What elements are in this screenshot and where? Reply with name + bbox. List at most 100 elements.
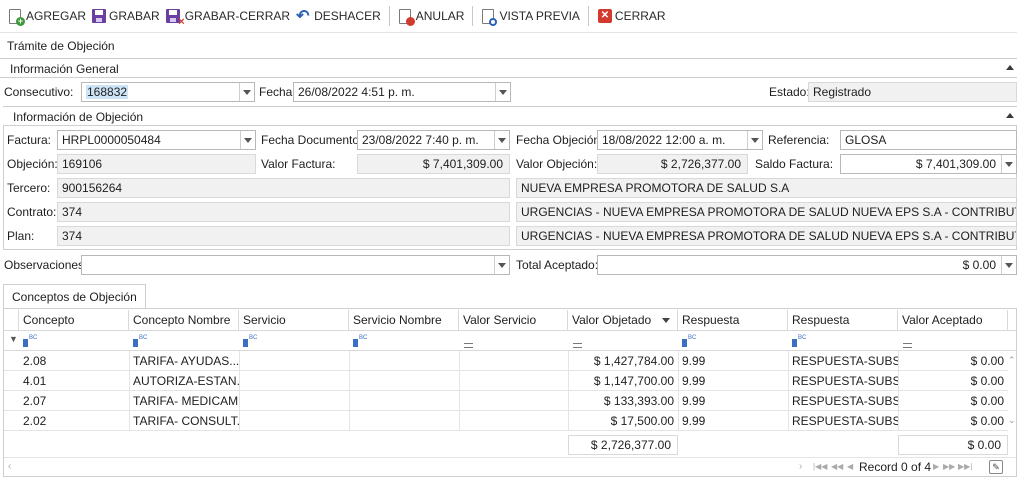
cell-concepto-nombre[interactable]: TARIFA- MEDICAM... (129, 391, 239, 411)
cell-respuesta-nombre[interactable]: RESPUESTA-SUBS... (788, 351, 898, 371)
fecha-field[interactable]: 26/08/2022 4:51 p. m. (293, 82, 511, 102)
cell-respuesta-nombre[interactable]: RESPUESTA-SUBS... (788, 391, 898, 411)
column-header-servicio[interactable]: Servicio (239, 310, 349, 330)
cell-servicio[interactable] (239, 371, 349, 391)
cell-valor-servicio[interactable] (459, 351, 568, 371)
observaciones-field[interactable] (81, 255, 510, 275)
cell-valor-servicio[interactable] (459, 371, 568, 391)
valor-factura-label: Valor Factura: (261, 157, 336, 171)
filter-equals-icon[interactable] (903, 338, 912, 352)
undo-button[interactable]: ↶ DESHACER (293, 4, 384, 28)
scroll-down-icon[interactable]: ⌄ (1008, 415, 1016, 426)
cell-concepto[interactable]: 2.02 (19, 411, 129, 431)
scroll-up-icon[interactable]: ⌃ (1008, 355, 1016, 366)
cell-concepto[interactable]: 2.08 (19, 351, 129, 371)
chevron-down-icon[interactable] (1001, 155, 1016, 173)
objecion-section-header[interactable]: Información de Objeción (3, 106, 1017, 126)
edit-icon[interactable]: ✎ (989, 460, 1003, 474)
column-header-valor-servicio[interactable]: Valor Servicio (459, 310, 568, 330)
cell-respuesta[interactable]: 9.99 (678, 351, 788, 371)
scroll-left-icon[interactable]: ‹ (8, 461, 11, 472)
chevron-down-icon[interactable] (494, 131, 509, 149)
save-button[interactable]: GRABAR (89, 4, 163, 28)
chevron-down-icon[interactable] (747, 131, 762, 149)
chevron-down-icon[interactable] (1001, 256, 1016, 274)
filter-equals-icon[interactable] (464, 338, 473, 352)
tercero-name-field: NUEVA EMPRESA PROMOTORA DE SALUD S.A (516, 178, 1017, 198)
filter-text-icon[interactable]: BC (23, 335, 39, 350)
cell-respuesta-nombre[interactable]: RESPUESTA-SUBS... (788, 371, 898, 391)
next-record-icon[interactable]: ▶ (933, 462, 939, 471)
column-header-concepto-nombre[interactable]: Concepto Nombre (129, 310, 239, 330)
cell-servicio-nombre[interactable] (349, 351, 459, 371)
preview-button[interactable]: VISTA PREVIA (479, 4, 582, 28)
cell-concepto[interactable]: 4.01 (19, 371, 129, 391)
cell-valor-objetado[interactable]: $ 1,427,784.00 (568, 351, 678, 371)
cell-valor-aceptado[interactable]: $ 0.00 (898, 391, 1008, 411)
last-record-icon[interactable]: ▶▶| (958, 462, 972, 471)
cell-respuesta[interactable]: 9.99 (678, 411, 788, 431)
cell-valor-servicio[interactable] (459, 411, 568, 431)
chevron-down-icon[interactable] (240, 131, 255, 149)
filter-text-icon[interactable]: BC (353, 335, 369, 350)
cell-respuesta[interactable]: 9.99 (678, 371, 788, 391)
chevron-down-icon[interactable] (495, 83, 510, 101)
prev-record-icon[interactable]: ◀ (847, 462, 853, 471)
cell-servicio-nombre[interactable] (349, 411, 459, 431)
cell-servicio[interactable] (239, 391, 349, 411)
filter-text-icon[interactable]: BC (133, 335, 149, 350)
first-record-icon[interactable]: |◀◀ (813, 462, 827, 471)
cell-servicio[interactable] (239, 411, 349, 431)
cell-servicio[interactable] (239, 351, 349, 371)
table-row[interactable]: 2.08 TARIFA- AYUDAS... $ 1,427,784.00 9.99 R… (4, 351, 1008, 371)
cell-respuesta-nombre[interactable]: RESPUESTA-SUBS... (788, 411, 898, 431)
conceptos-grid: Concepto Concepto Nombre Servicio Servic… (3, 308, 1017, 477)
column-header-valor-aceptado[interactable]: Valor Aceptado (898, 310, 1008, 330)
column-header-respuesta[interactable]: Respuesta (678, 310, 788, 330)
add-button[interactable]: + AGREGAR (6, 4, 89, 28)
cell-concepto-nombre[interactable]: AUTORIZA-ESTAN... (129, 371, 239, 391)
cell-concepto-nombre[interactable]: TARIFA- CONSULT... (129, 411, 239, 431)
cell-valor-objetado[interactable]: $ 1,147,700.00 (568, 371, 678, 391)
save-close-button[interactable]: × GRABAR-CERRAR (163, 4, 293, 28)
table-row[interactable]: 4.01 AUTORIZA-ESTAN... $ 1,147,700.00 9.99 R… (4, 371, 1008, 391)
cell-valor-aceptado[interactable]: $ 0.00 (898, 351, 1008, 371)
fecha-objecion-field[interactable]: 18/08/2022 12:00 a. m. (597, 130, 763, 150)
table-row[interactable]: 2.02 TARIFA- CONSULT... $ 17,500.00 9.99 RES… (4, 411, 1008, 431)
filter-equals-icon[interactable] (573, 338, 582, 352)
cell-valor-aceptado[interactable]: $ 0.00 (898, 371, 1008, 391)
cell-concepto-nombre[interactable]: TARIFA- AYUDAS... (129, 351, 239, 371)
void-button[interactable]: ANULAR (396, 4, 468, 28)
table-row[interactable]: 2.07 TARIFA- MEDICAM... $ 133,393.00 9.99 RE… (4, 391, 1008, 411)
collapse-caret-icon[interactable] (1006, 65, 1014, 70)
next-page-icon[interactable]: ▶▶ (943, 462, 955, 471)
tab-conceptos-objecion[interactable]: Conceptos de Objeción (3, 284, 146, 308)
referencia-field[interactable]: GLOSA (840, 130, 1017, 150)
filter-text-icon[interactable]: BC (682, 335, 698, 350)
collapse-caret-icon[interactable] (1006, 113, 1014, 118)
vertical-scrollbar[interactable]: ⌃ ⌄ (1008, 351, 1016, 431)
cell-valor-objetado[interactable]: $ 17,500.00 (568, 411, 678, 431)
cell-valor-servicio[interactable] (459, 391, 568, 411)
cell-valor-objetado[interactable]: $ 133,393.00 (568, 391, 678, 411)
scroll-right-icon[interactable]: › (799, 461, 802, 472)
consecutivo-field[interactable]: 168832 (81, 82, 255, 102)
column-header-respuesta-nombre[interactable]: Respuesta (788, 310, 898, 330)
chevron-down-icon[interactable] (239, 83, 254, 101)
cell-concepto[interactable]: 2.07 (19, 391, 129, 411)
fecha-documento-field[interactable]: 23/08/2022 7:40 p. m. (357, 130, 510, 150)
cell-servicio-nombre[interactable] (349, 391, 459, 411)
sort-descending-icon[interactable] (662, 318, 670, 323)
column-header-servicio-nombre[interactable]: Servicio Nombre (349, 310, 459, 330)
cell-servicio-nombre[interactable] (349, 371, 459, 391)
cell-valor-aceptado[interactable]: $ 0.00 (898, 411, 1008, 431)
close-button[interactable]: ✕ CERRAR (595, 4, 669, 28)
cell-respuesta[interactable]: 9.99 (678, 391, 788, 411)
factura-field[interactable]: HRPL0000050484 (57, 130, 256, 150)
column-header-concepto[interactable]: Concepto (19, 310, 129, 330)
chevron-down-icon[interactable] (494, 256, 509, 274)
filter-text-icon[interactable]: BC (243, 335, 259, 350)
general-section-header[interactable]: Información General (0, 58, 1017, 78)
prev-page-icon[interactable]: ◀◀ (831, 462, 843, 471)
filter-text-icon[interactable]: BC (792, 335, 808, 350)
